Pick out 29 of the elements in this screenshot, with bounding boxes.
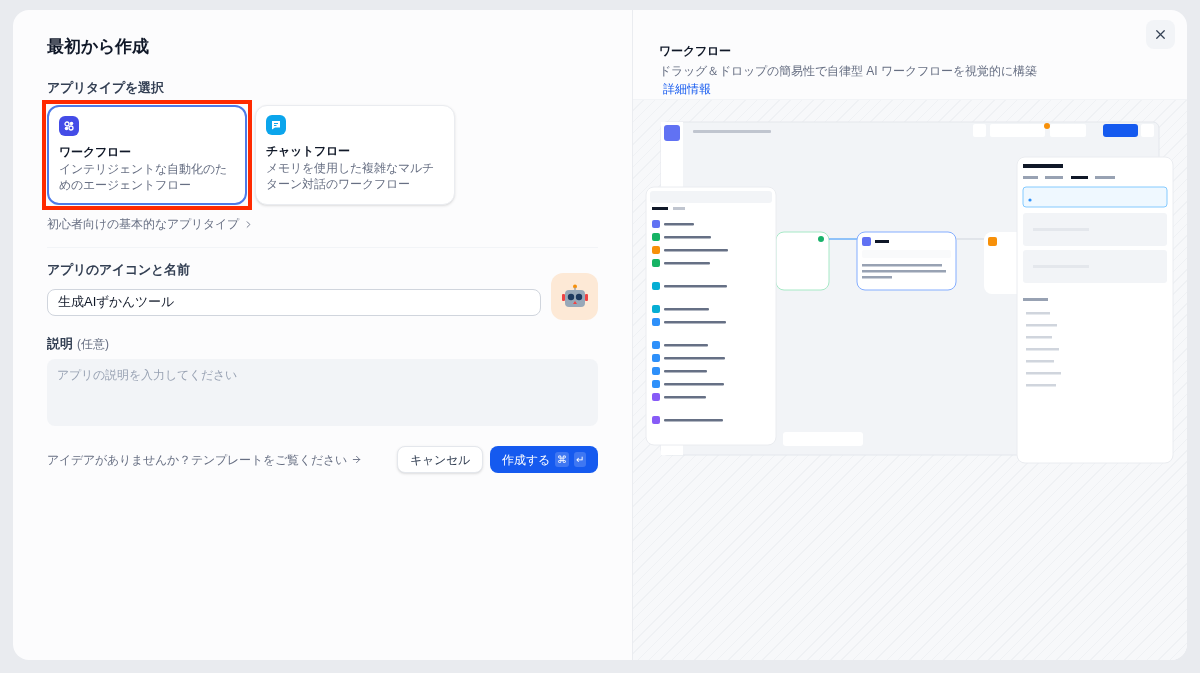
card-description: メモリを使用した複雑なマルチターン対話のワークフロー — [266, 160, 435, 192]
app-name-input[interactable]: 生成AIずかんツール — [47, 288, 541, 316]
close-icon — [1153, 27, 1168, 42]
create-button[interactable]: 作成する ⌘ ↵ — [490, 446, 598, 473]
arrow-right-icon — [351, 454, 362, 465]
robot-avatar[interactable] — [551, 272, 598, 320]
shortcut-key: ↵ — [574, 452, 586, 467]
close-button[interactable] — [1146, 20, 1175, 49]
app-type-card[interactable]: ワークフロー インテリジェントな自動化のためのエージェントフロー — [47, 105, 247, 205]
preview-description: ドラッグ＆ドロップの簡易性で自律型 AI ワークフローを視覚的に構築 — [659, 63, 1038, 80]
dialog-title: 最初から作成 — [47, 36, 150, 58]
optional-hint: (任意) — [77, 335, 109, 353]
robot-icon — [561, 284, 588, 308]
details-link[interactable]: 詳細情報 — [663, 80, 711, 98]
chat-icon — [266, 115, 286, 135]
beginner-link[interactable]: 初心者向けの基本的なアプリタイプ — [47, 215, 254, 233]
workflow-icon — [59, 116, 79, 136]
section-label: アプリタイプを選択 — [47, 78, 165, 97]
app-type-card[interactable]: チャットフロー メモリを使用した複雑なマルチターン対話のワークフロー — [255, 105, 455, 205]
shortcut-key: ⌘ — [555, 452, 569, 467]
template-link[interactable]: アイデアがありませんか？テンプレートをご覧ください — [47, 450, 362, 469]
card-description: インテリジェントな自動化のためのエージェントフロー — [59, 161, 228, 193]
preview-title: ワークフロー — [659, 43, 732, 60]
field-label: 説明 — [47, 334, 73, 353]
card-title: ワークフロー — [59, 144, 132, 161]
field-label: アプリのアイコンと名前 — [47, 261, 191, 279]
cancel-button[interactable]: キャンセル — [397, 446, 483, 473]
description-field[interactable]: アプリの説明を入力してください — [47, 359, 598, 426]
card-title: チャットフロー — [266, 143, 351, 160]
